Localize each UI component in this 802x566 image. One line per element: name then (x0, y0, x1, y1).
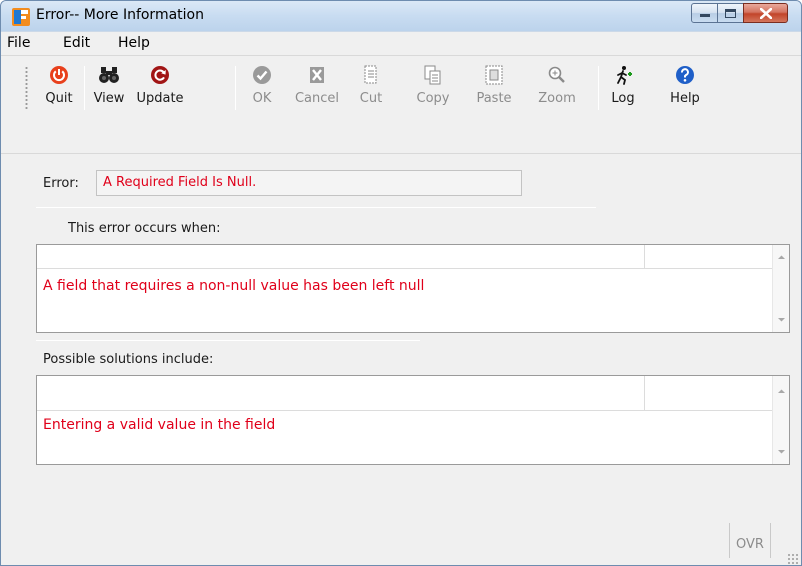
cancel-label: Cancel (294, 91, 340, 106)
copy-button[interactable]: Copy (413, 64, 453, 114)
cancel-button[interactable]: Cancel (291, 64, 343, 114)
scroll-up-icon[interactable] (777, 253, 786, 262)
title-bar[interactable]: Error-- More Information (1, 1, 801, 31)
menu-edit[interactable]: Edit (63, 35, 90, 51)
maximize-button[interactable] (717, 3, 744, 23)
solutions-textbox[interactable]: Entering a valid value in the field (36, 375, 790, 465)
ovr-indicator: OVR (729, 523, 771, 558)
toolbar-separator (84, 66, 85, 110)
scroll-down-icon[interactable] (777, 315, 786, 324)
log-button[interactable]: Log (610, 64, 636, 114)
help-icon (676, 66, 694, 84)
help-label: Help (670, 91, 700, 106)
checkmark-icon (253, 66, 271, 84)
window-title: Error-- More Information (36, 7, 204, 23)
zoom-icon (548, 66, 565, 83)
toolbar-grip[interactable] (25, 66, 28, 110)
resize-grip[interactable] (787, 553, 799, 565)
solutions-label: Possible solutions include: (43, 352, 214, 367)
divider (36, 340, 420, 341)
scroll-up-icon[interactable] (777, 387, 786, 396)
error-field[interactable]: A Required Field Is Null. (96, 170, 522, 196)
minimize-button[interactable] (691, 3, 718, 23)
header-column-divider (644, 245, 645, 269)
paste-label: Paste (476, 91, 512, 106)
occurs-text: A field that requires a non-null value h… (43, 278, 425, 294)
help-button[interactable]: Help (667, 64, 703, 114)
maximize-icon (725, 8, 736, 18)
update-label: Update (136, 91, 184, 106)
power-icon (50, 66, 68, 84)
content-area: Error: A Required Field Is Null. This er… (1, 153, 801, 565)
paste-button[interactable]: Paste (472, 64, 516, 114)
cancel-x-icon (310, 67, 324, 83)
menu-bar: File Edit Help (1, 31, 801, 55)
occurs-scrollbar[interactable] (772, 245, 789, 332)
header-column-divider (644, 376, 645, 411)
minimize-icon (699, 14, 710, 17)
paste-icon (485, 65, 503, 85)
close-icon (759, 7, 772, 19)
log-label: Log (611, 91, 635, 106)
main-window: Error-- More Information File Edit Help (0, 0, 802, 566)
update-button[interactable]: Update (133, 64, 187, 114)
quit-label: Quit (45, 91, 73, 106)
menu-file[interactable]: File (7, 35, 30, 51)
menu-help[interactable]: Help (118, 35, 150, 51)
view-label: View (93, 91, 125, 106)
toolbar: Quit View Update OK Cancel Cut Copy Past… (1, 55, 801, 153)
copy-icon (424, 65, 441, 85)
cut-label: Cut (359, 91, 383, 106)
cut-icon (364, 65, 377, 84)
solutions-scrollbar[interactable] (772, 376, 789, 464)
occurs-label: This error occurs when: (68, 221, 221, 236)
log-runner-icon (617, 66, 632, 85)
header-row (37, 376, 772, 411)
toolbar-separator (598, 66, 599, 110)
view-button[interactable]: View (91, 64, 127, 114)
quit-button[interactable]: Quit (40, 64, 78, 114)
status-bar: OVR (1, 523, 801, 565)
header-row (37, 245, 772, 269)
refresh-icon (151, 66, 169, 84)
zoom-button[interactable]: Zoom (535, 64, 579, 114)
divider (36, 207, 596, 208)
window-controls (691, 3, 788, 23)
solutions-text: Entering a valid value in the field (43, 417, 276, 433)
error-label: Error: (43, 176, 79, 191)
ok-button[interactable]: OK (246, 64, 278, 114)
binoculars-icon (99, 67, 119, 83)
scroll-down-icon[interactable] (777, 447, 786, 456)
toolbar-separator (235, 66, 236, 110)
zoom-label: Zoom (538, 91, 576, 106)
app-icon (12, 8, 30, 26)
ok-label: OK (252, 91, 272, 106)
occurs-textbox[interactable]: A field that requires a non-null value h… (36, 244, 790, 333)
copy-label: Copy (416, 91, 450, 106)
cut-button[interactable]: Cut (358, 64, 384, 114)
close-button[interactable] (743, 3, 788, 23)
